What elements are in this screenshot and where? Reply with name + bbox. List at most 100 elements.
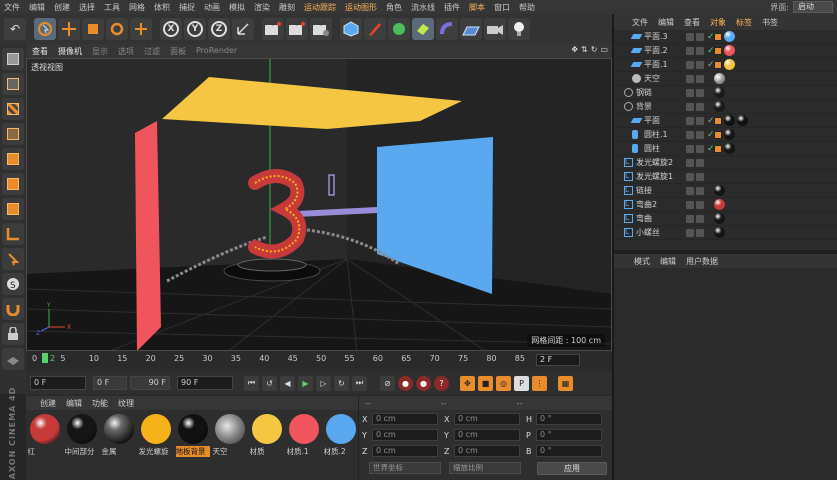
rotation-value-field[interactable]: 0 °: [536, 445, 602, 457]
material-menu-item[interactable]: 纹理: [118, 398, 134, 409]
material-swatch[interactable]: 中间部分: [65, 414, 98, 457]
object-row[interactable]: L 发光螺旋2: [614, 156, 837, 170]
material-swatch[interactable]: 红: [28, 414, 61, 457]
material-tag-icon[interactable]: [714, 101, 725, 112]
timeline[interactable]: 0510152025303540455055606570758085902 2 …: [26, 351, 612, 369]
rotation-value-field[interactable]: 0 °: [536, 413, 602, 425]
object-row[interactable]: 钢链: [614, 86, 837, 100]
render-visibility-dot[interactable]: [696, 186, 704, 195]
material-tag-icon[interactable]: [724, 45, 735, 56]
menu-item[interactable]: 渲染: [254, 2, 270, 13]
material-swatch[interactable]: 材质.1: [287, 414, 320, 457]
scale-key-icon[interactable]: ■: [478, 375, 493, 391]
object-row[interactable]: 背景: [614, 100, 837, 114]
object-row[interactable]: L 小螺丝: [614, 226, 837, 240]
start-frame-field[interactable]: 0 F: [30, 376, 86, 390]
menu-item[interactable]: 雕刻: [279, 2, 295, 13]
menu-item[interactable]: 动画: [204, 2, 220, 13]
object-visibility-flags[interactable]: [686, 102, 704, 111]
object-row[interactable]: 平面.1 ✓: [614, 58, 837, 72]
menu-item[interactable]: 创建: [54, 2, 70, 13]
layout-select[interactable]: 启动: [793, 1, 833, 13]
rotate-tool-icon[interactable]: [106, 18, 128, 40]
object-manager-menu-item[interactable]: 查看: [684, 17, 700, 28]
scale-tool-icon[interactable]: [82, 18, 104, 40]
menu-item[interactable]: 窗口: [494, 2, 510, 13]
material-tag-icon[interactable]: [724, 59, 735, 70]
pen-spline-icon[interactable]: [364, 18, 386, 40]
position-value-field[interactable]: 0 cm: [372, 413, 438, 425]
render-visibility-dot[interactable]: [696, 200, 704, 209]
material-preview-ball[interactable]: [325, 414, 356, 444]
render-visibility-dot[interactable]: [696, 74, 704, 83]
material-preview-ball[interactable]: [103, 414, 134, 444]
menu-item[interactable]: 工具: [104, 2, 120, 13]
object-manager-menu-item[interactable]: 书签: [762, 17, 778, 28]
render-visibility-dot[interactable]: [696, 46, 704, 55]
material-menu-item[interactable]: 创建: [40, 398, 56, 409]
object-row[interactable]: L 弯曲: [614, 212, 837, 226]
menu-item[interactable]: 帮助: [519, 2, 535, 13]
texture-mode-icon[interactable]: [2, 98, 24, 120]
attribute-menu-item[interactable]: 模式: [634, 256, 650, 267]
material-swatch[interactable]: 金属: [102, 414, 135, 457]
render-visibility-dot[interactable]: [696, 116, 704, 125]
render-visibility-dot[interactable]: [696, 214, 704, 223]
render-visibility-dot[interactable]: [696, 88, 704, 97]
menu-item[interactable]: 编辑: [29, 2, 45, 13]
editor-visibility-dot[interactable]: [686, 46, 694, 55]
material-tag-icon[interactable]: [714, 199, 725, 210]
menu-item[interactable]: 网格: [129, 2, 145, 13]
object-visibility-flags[interactable]: [686, 214, 704, 223]
attribute-menu-item[interactable]: 用户数据: [686, 256, 718, 267]
object-manager-menu-item[interactable]: 文件: [632, 17, 648, 28]
live-selection-tool-icon[interactable]: [34, 18, 56, 40]
play-button[interactable]: ▶: [298, 375, 313, 391]
model-mode-icon[interactable]: [2, 73, 24, 95]
z-axis-lock-button[interactable]: Z: [208, 18, 230, 40]
light-icon[interactable]: [508, 18, 530, 40]
pan-icon[interactable]: ✥: [571, 45, 578, 54]
range-min-field[interactable]: 0 F: [93, 376, 127, 390]
menu-item[interactable]: 捕捉: [179, 2, 195, 13]
sky-material-tag-icon[interactable]: [714, 73, 725, 84]
render-visibility-dot[interactable]: [696, 32, 704, 41]
menu-item[interactable]: 运动跟踪: [304, 2, 336, 13]
size-value-field[interactable]: 0 cm: [454, 429, 520, 441]
material-tag-icon[interactable]: [724, 129, 735, 140]
object-row[interactable]: L 弯曲2: [614, 198, 837, 212]
object-row[interactable]: L 发光螺旋1: [614, 170, 837, 184]
editor-visibility-dot[interactable]: [686, 74, 694, 83]
subdivision-generator-icon[interactable]: [388, 18, 410, 40]
array-generator-icon[interactable]: [412, 18, 434, 40]
object-visibility-flags[interactable]: [686, 88, 704, 97]
editor-visibility-dot[interactable]: [686, 116, 694, 125]
rotation-value-field[interactable]: 0 °: [536, 429, 602, 441]
menu-item[interactable]: 流水线: [411, 2, 435, 13]
editor-visibility-dot[interactable]: [686, 228, 694, 237]
material-tag-icon[interactable]: [714, 213, 725, 224]
material-preview-ball[interactable]: [29, 414, 60, 444]
menu-item[interactable]: 角色: [386, 2, 402, 13]
editor-visibility-dot[interactable]: [686, 200, 694, 209]
editor-visibility-dot[interactable]: [686, 102, 694, 111]
record-keys-button[interactable]: ●: [398, 375, 413, 391]
material-tag-icon[interactable]: [737, 115, 748, 126]
apply-button[interactable]: 应用: [537, 462, 607, 475]
material-preview-ball[interactable]: [177, 414, 208, 444]
object-visibility-flags[interactable]: [686, 46, 704, 55]
dolly-icon[interactable]: ⇅: [581, 45, 588, 54]
material-swatch[interactable]: 发光螺旋: [139, 414, 172, 457]
object-row[interactable]: 平面 ✓: [614, 114, 837, 128]
move-tool-icon[interactable]: [58, 18, 80, 40]
point-level-key-icon[interactable]: ⋮: [532, 375, 547, 391]
go-to-end-button[interactable]: ⏭: [352, 375, 367, 391]
material-preview-ball[interactable]: [140, 414, 171, 444]
x-axis-lock-button[interactable]: X: [160, 18, 182, 40]
phong-tag-icon[interactable]: [714, 116, 722, 125]
render-settings-icon[interactable]: [310, 18, 332, 40]
autokey-button[interactable]: ●: [416, 375, 431, 391]
menu-item[interactable]: 文件: [4, 2, 20, 13]
position-key-icon[interactable]: ✥: [460, 375, 475, 391]
attribute-menu-item[interactable]: 编辑: [660, 256, 676, 267]
